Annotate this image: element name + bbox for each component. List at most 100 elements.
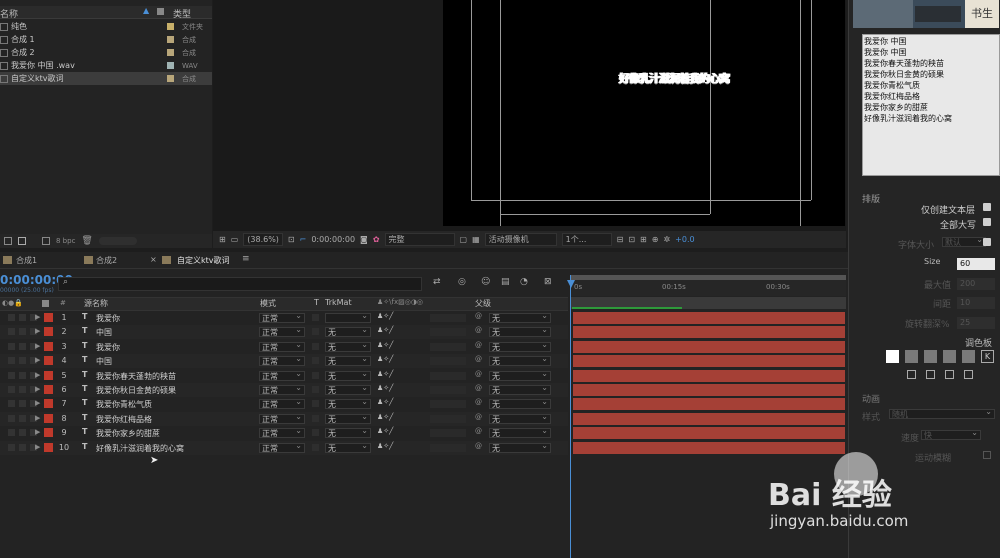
layer-mode-select[interactable]: 正常 bbox=[259, 369, 305, 381]
trash-icon[interactable]: 🗑 bbox=[81, 236, 92, 246]
time-ruler[interactable]: 0s 00:15s 00:30s bbox=[570, 280, 846, 296]
expand-arrow-icon[interactable]: ▶ bbox=[35, 313, 40, 321]
trkmat-select[interactable]: 无 bbox=[325, 325, 371, 338]
preserve-transparency-toggle[interactable] bbox=[312, 314, 319, 321]
palette-checkbox[interactable] bbox=[964, 370, 973, 379]
shy-icon[interactable]: ☺ bbox=[481, 277, 490, 287]
spacing-input[interactable]: 10 bbox=[957, 297, 995, 309]
layer-mode-select[interactable]: 正常 bbox=[259, 354, 305, 367]
close-tab-icon[interactable]: × bbox=[150, 255, 157, 264]
channel-icon[interactable]: ✿ bbox=[373, 235, 380, 244]
font-size-select[interactable]: 默认 bbox=[942, 235, 986, 247]
max-input[interactable]: 200 bbox=[957, 278, 995, 290]
trkmat-select[interactable]: 无 bbox=[325, 354, 371, 367]
layer-switch-boxes[interactable] bbox=[430, 400, 466, 409]
visibility-toggle[interactable] bbox=[8, 414, 15, 422]
layer-name[interactable]: 我爱你秋日金黄的硕果 bbox=[96, 385, 176, 396]
layer-switch-boxes[interactable] bbox=[430, 314, 466, 322]
visibility-toggle[interactable] bbox=[8, 443, 15, 451]
parent-select[interactable]: 无 bbox=[489, 412, 551, 424]
trkmat-select[interactable]: 无 bbox=[325, 412, 371, 424]
monitor-icon[interactable]: ▭ bbox=[231, 235, 239, 244]
preserve-transparency-toggle[interactable] bbox=[312, 386, 319, 393]
layer-duration-bar[interactable] bbox=[573, 369, 845, 382]
palette-swatch[interactable] bbox=[886, 350, 899, 363]
layer-name[interactable]: 我爱你家乡的甜蔗 bbox=[96, 428, 160, 439]
layer-duration-bar[interactable] bbox=[573, 326, 845, 339]
visibility-toggle[interactable] bbox=[8, 328, 15, 336]
pickwhip-icon[interactable]: @ bbox=[475, 370, 482, 378]
layer-label-color[interactable] bbox=[44, 428, 53, 438]
expand-arrow-icon[interactable]: ▶ bbox=[35, 356, 40, 364]
palette-checkbox[interactable] bbox=[907, 370, 916, 379]
grid2-icon[interactable]: ⊞ bbox=[640, 235, 647, 244]
trkmat-select[interactable]: 无 bbox=[325, 340, 371, 352]
exposure-value[interactable]: +0.0 bbox=[675, 235, 694, 244]
layer-switch-boxes[interactable] bbox=[430, 414, 466, 423]
camera-select[interactable]: 活动摄像机 bbox=[484, 233, 557, 246]
rotate-input[interactable]: 25 bbox=[957, 317, 995, 329]
audio-toggle[interactable] bbox=[19, 400, 26, 408]
project-item[interactable]: 合成 1 合成 bbox=[0, 33, 212, 46]
expand-arrow-icon[interactable]: ▶ bbox=[35, 385, 40, 393]
layer-search-input[interactable]: ⌕ bbox=[58, 277, 422, 291]
font-size-checkbox[interactable] bbox=[983, 238, 991, 246]
layer-mode-select[interactable]: 正常 bbox=[259, 340, 305, 352]
pickwhip-icon[interactable]: @ bbox=[475, 442, 482, 450]
palette-checkbox[interactable] bbox=[945, 370, 954, 379]
audio-toggle[interactable] bbox=[19, 429, 26, 437]
parent-select[interactable]: 无 bbox=[489, 441, 551, 453]
layer-label-color[interactable] bbox=[44, 385, 53, 394]
quality-select[interactable]: 完整 bbox=[384, 233, 455, 246]
visibility-toggle[interactable] bbox=[8, 357, 15, 365]
project-item[interactable]: 合成 2 合成 bbox=[0, 46, 212, 59]
pickwhip-icon[interactable]: @ bbox=[475, 341, 482, 349]
layer-row[interactable]: ▶ 9 T 我爱你家乡的甜蔗 正常 无 ♟✧╱ @ 无 bbox=[0, 426, 568, 440]
pickwhip-icon[interactable]: @ bbox=[475, 355, 482, 363]
layer-mode-select[interactable]: 正常 bbox=[259, 383, 305, 395]
layer-duration-bar[interactable] bbox=[573, 427, 845, 440]
parent-select[interactable]: 无 bbox=[489, 369, 551, 381]
layer-name[interactable]: 我爱你青松气质 bbox=[96, 399, 152, 410]
pickwhip-icon[interactable]: @ bbox=[475, 413, 482, 421]
layer-row[interactable]: ▶ 7 T 我爱你青松气质 正常 无 ♟✧╱ @ 无 bbox=[0, 397, 568, 411]
project-item[interactable]: 我爱你 中国 .wav WAV bbox=[0, 59, 212, 72]
switches-icons[interactable]: ♟✧╱ bbox=[377, 326, 393, 334]
expand-arrow-icon[interactable]: ▶ bbox=[35, 414, 40, 422]
tab-comp1[interactable]: 合成1 bbox=[16, 255, 37, 266]
layer-switch-boxes[interactable] bbox=[430, 386, 466, 394]
preserve-transparency-toggle[interactable] bbox=[312, 443, 319, 451]
preserve-transparency-toggle[interactable] bbox=[312, 400, 319, 408]
parent-select[interactable]: 无 bbox=[489, 383, 551, 395]
layout-icon[interactable]: ⊟ bbox=[617, 235, 624, 244]
audio-toggle[interactable] bbox=[19, 314, 26, 321]
layer-duration-bar[interactable] bbox=[573, 312, 845, 324]
visibility-toggle[interactable] bbox=[8, 342, 15, 350]
layer-row[interactable]: ▶ 8 T 我爱你红梅品格 正常 无 ♟✧╱ @ 无 bbox=[0, 411, 568, 426]
pickwhip-icon[interactable]: @ bbox=[475, 398, 482, 406]
layer-row[interactable]: ▶ 6 T 我爱你秋日金黄的硕果 正常 无 ♟✧╱ @ 无 bbox=[0, 383, 568, 397]
only-text-layer-checkbox[interactable] bbox=[983, 203, 991, 211]
fit-icon[interactable]: ⊡ bbox=[628, 235, 635, 244]
layer-name[interactable]: 我爱你 bbox=[96, 313, 120, 324]
tab-ktv-lyrics[interactable]: 自定义ktv歌词 bbox=[177, 255, 230, 266]
playhead-line[interactable] bbox=[570, 275, 571, 558]
layer-name[interactable]: 中国 bbox=[96, 356, 112, 367]
layer-name[interactable]: 好像乳汁滋润着我的心窝 bbox=[96, 443, 184, 454]
zoom-select[interactable]: (38.6%) bbox=[243, 233, 283, 246]
switches-icons[interactable]: ♟✧╱ bbox=[377, 398, 393, 406]
expand-arrow-icon[interactable]: ▶ bbox=[35, 443, 40, 451]
tab-comp2[interactable]: 合成2 bbox=[96, 255, 117, 266]
trkmat-select[interactable]: 无 bbox=[325, 441, 371, 453]
switches-icons[interactable]: ♟✧╱ bbox=[377, 413, 393, 421]
layer-row[interactable]: ▶ 10 T 好像乳汁滋润着我的心窝 正常 无 ♟✧╱ @ 无 bbox=[0, 440, 568, 455]
new-comp-icon[interactable] bbox=[18, 237, 26, 245]
layer-label-color[interactable] bbox=[44, 442, 53, 452]
layer-row[interactable]: ▶ 1 T 我爱你 正常 ♟✧╱ @ 无 bbox=[0, 311, 568, 325]
preserve-transparency-toggle[interactable] bbox=[312, 414, 319, 422]
layer-duration-bar[interactable] bbox=[573, 398, 845, 411]
col-trkmat[interactable]: TrkMat bbox=[325, 298, 352, 307]
switches-icons[interactable]: ♟✧╱ bbox=[377, 312, 393, 320]
trkmat-select[interactable]: 无 bbox=[325, 383, 371, 395]
visibility-toggle[interactable] bbox=[8, 429, 15, 437]
